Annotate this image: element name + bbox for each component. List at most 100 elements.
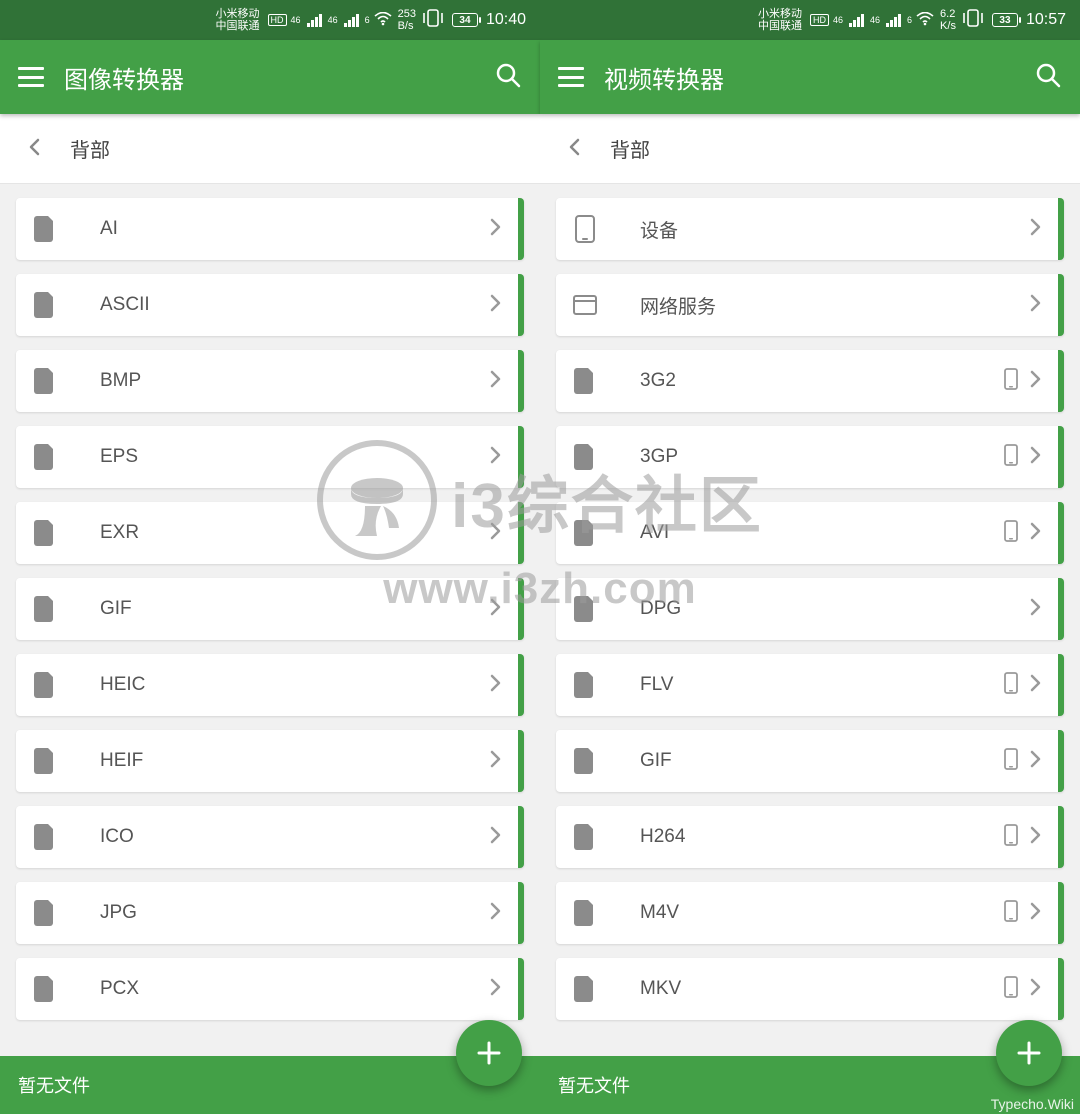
list-item-label: GIF <box>640 750 1004 772</box>
list-item-label: GIF <box>100 598 490 620</box>
back-row[interactable]: 背部 <box>540 114 1080 184</box>
net-label-1: 46 <box>833 15 843 25</box>
file-icon <box>30 824 60 850</box>
clock: 10:57 <box>1026 11 1066 29</box>
list-item[interactable]: HEIC <box>16 654 524 716</box>
list-item[interactable]: JPG <box>16 882 524 944</box>
list-item[interactable]: GIF <box>16 578 524 640</box>
wifi-icon <box>374 12 392 29</box>
menu-button[interactable] <box>18 67 44 87</box>
clock: 10:40 <box>486 11 526 29</box>
list-item[interactable]: HEIF <box>16 730 524 792</box>
chevron-right-icon <box>1030 370 1042 393</box>
phone-icon <box>570 215 600 243</box>
chevron-right-icon <box>1030 446 1042 469</box>
list-item-label: 网络服务 <box>640 292 1030 319</box>
vibrate-icon <box>422 9 444 32</box>
list-item[interactable]: 3GP <box>556 426 1064 488</box>
list-item[interactable]: EXR <box>16 502 524 564</box>
list-item-label: AVI <box>640 522 1004 544</box>
list-item-label: M4V <box>640 902 1004 924</box>
chevron-right-icon <box>490 902 502 925</box>
chevron-right-icon <box>1030 826 1042 849</box>
file-icon <box>30 596 60 622</box>
list-item-label: EPS <box>100 446 490 468</box>
phone-icon <box>1004 824 1018 851</box>
file-icon <box>570 824 600 850</box>
format-list: 设备 网络服务 3G2 3GP <box>540 184 1080 1114</box>
list-item[interactable]: 设备 <box>556 198 1064 260</box>
phone-icon <box>1004 900 1018 927</box>
list-item[interactable]: 3G2 <box>556 350 1064 412</box>
file-icon <box>570 596 600 622</box>
menu-button[interactable] <box>558 67 584 87</box>
list-item-label: PCX <box>100 978 490 1000</box>
list-item[interactable]: AI <box>16 198 524 260</box>
web-icon <box>570 295 600 315</box>
phone-icon <box>1004 444 1018 471</box>
chevron-right-icon <box>1030 750 1042 773</box>
wifi-strength: 6 <box>365 15 370 25</box>
file-icon <box>570 368 600 394</box>
list-item-label: FLV <box>640 674 1004 696</box>
add-fab[interactable] <box>996 1020 1062 1086</box>
status-bar: 小米移动 中国联通 HD 46 46 6 253 B/s 34 10:40 <box>0 0 540 40</box>
back-row[interactable]: 背部 <box>0 114 540 184</box>
bottom-text: 暂无文件 <box>18 1072 90 1098</box>
list-item[interactable]: MKV <box>556 958 1064 1020</box>
app-title: 视频转换器 <box>604 60 1014 95</box>
back-label: 背部 <box>70 134 110 163</box>
list-item[interactable]: FLV <box>556 654 1064 716</box>
file-icon <box>30 368 60 394</box>
list-item-label: DPG <box>640 598 1030 620</box>
search-button[interactable] <box>494 61 522 94</box>
list-item[interactable]: ICO <box>16 806 524 868</box>
list-item-label: EXR <box>100 522 490 544</box>
net-label-2: 46 <box>870 15 880 25</box>
chevron-right-icon <box>490 598 502 621</box>
add-fab[interactable] <box>456 1020 522 1086</box>
list-item-label: 3GP <box>640 446 1004 468</box>
file-icon <box>30 216 60 242</box>
list-item-label: 3G2 <box>640 370 1004 392</box>
list-item-label: 设备 <box>640 216 1030 243</box>
list-item-label: H264 <box>640 826 1004 848</box>
phone-icon <box>1004 520 1018 547</box>
net-label-1: 46 <box>291 15 301 25</box>
list-item[interactable]: PCX <box>16 958 524 1020</box>
wifi-strength: 6 <box>907 15 912 25</box>
chevron-left-icon <box>28 136 40 162</box>
list-item[interactable]: 网络服务 <box>556 274 1064 336</box>
format-list: AI ASCII BMP EPS <box>0 184 540 1114</box>
list-item-label: ASCII <box>100 294 490 316</box>
chevron-right-icon <box>490 370 502 393</box>
net-label-2: 46 <box>328 15 338 25</box>
chevron-right-icon <box>1030 674 1042 697</box>
file-icon <box>30 976 60 1002</box>
chevron-right-icon <box>1030 218 1042 241</box>
chevron-right-icon <box>490 446 502 469</box>
list-item[interactable]: ASCII <box>16 274 524 336</box>
bottom-text: 暂无文件 <box>558 1072 630 1098</box>
chevron-right-icon <box>490 826 502 849</box>
search-button[interactable] <box>1034 61 1062 94</box>
chevron-right-icon <box>490 294 502 317</box>
list-item[interactable]: DPG <box>556 578 1064 640</box>
phone-icon <box>1004 748 1018 775</box>
list-item[interactable]: H264 <box>556 806 1064 868</box>
data-rate: 6.2 K/s <box>940 8 956 32</box>
list-item[interactable]: M4V <box>556 882 1064 944</box>
file-icon <box>30 520 60 546</box>
list-item[interactable]: GIF <box>556 730 1064 792</box>
signal-bars-icon <box>344 14 359 27</box>
list-item[interactable]: BMP <box>16 350 524 412</box>
battery-icon: 33 <box>992 13 1018 27</box>
file-icon <box>30 900 60 926</box>
list-item-label: JPG <box>100 902 490 924</box>
list-item[interactable]: EPS <box>16 426 524 488</box>
file-icon <box>30 748 60 774</box>
data-rate: 253 B/s <box>398 8 416 32</box>
chevron-right-icon <box>490 674 502 697</box>
hd-badge: HD <box>268 14 287 26</box>
list-item[interactable]: AVI <box>556 502 1064 564</box>
